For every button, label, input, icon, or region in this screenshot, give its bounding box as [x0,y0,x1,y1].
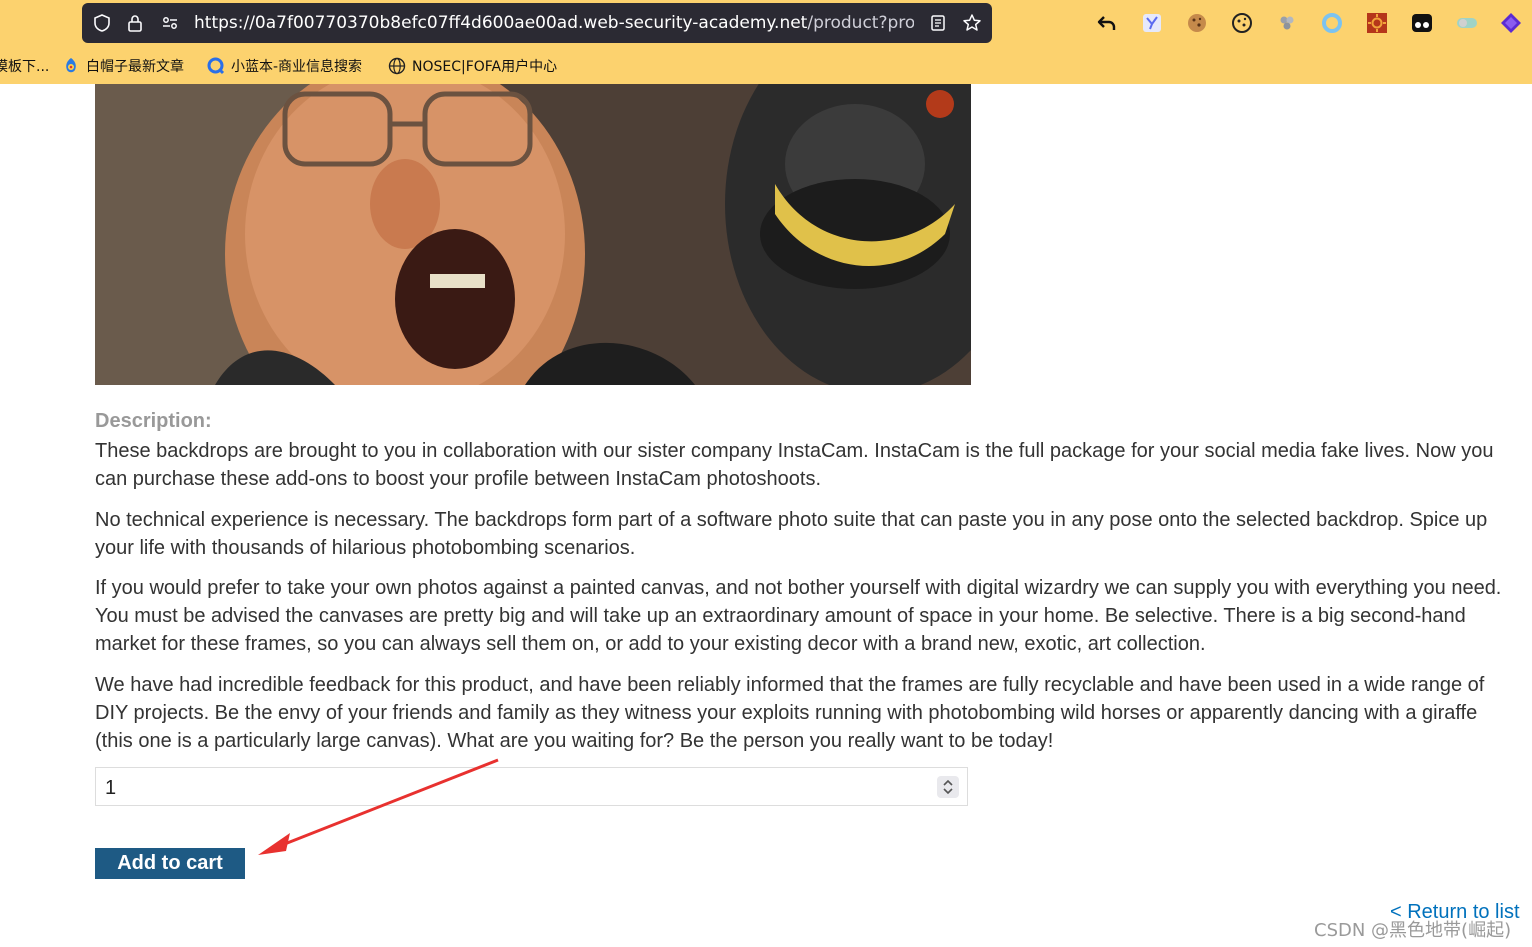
bookmark-label: 小蓝本-商业信息搜索 [231,59,363,75]
bookmark-label: 白帽子最新文章 [86,59,184,75]
bookmark-item[interactable]: NOSEC|FOFA用户中心 [388,56,557,76]
bookmark-item[interactable]: 小蓝本-商业信息搜索 [207,56,362,76]
lock-icon[interactable] [125,13,145,33]
toggle-extension-icon[interactable] [1456,12,1478,34]
description-paragraph: We have had incredible feedback for this… [95,674,1485,752]
address-bar[interactable]: https://0a7f00770370b8efc07ff4d600ae00ad… [82,3,992,43]
puzzle-extension-icon[interactable] [1276,12,1298,34]
bookmark-item[interactable]: 模板下... [0,56,49,76]
bookmark-item[interactable]: 白帽子最新文章 [62,56,184,76]
quantity-value: 1 [105,777,117,799]
quantity-stepper[interactable] [937,776,959,798]
browser-toolbar: https://0a7f00770370b8efc07ff4d600ae00ad… [0,0,1532,84]
cookie-editor-icon[interactable] [1186,12,1208,34]
cookie-icon[interactable] [1231,12,1253,34]
undo-icon[interactable] [1096,12,1118,34]
quantity-input[interactable]: 1 [95,767,968,806]
description-paragraph: No technical experience is necessary. Th… [95,509,1488,559]
burp-sun-icon[interactable] [1366,12,1388,34]
bookmarks-toolbar: 模板下... 白帽子最新文章 小蓝本-商业信息搜索 NOSEC|FOFA用户中心 [0,50,1532,80]
bookmark-label: 模板下... [0,59,50,75]
stepper-arrows-icon [943,779,953,795]
permissions-icon[interactable] [160,13,180,33]
product-image [95,84,971,385]
description-label: Description: [95,410,212,432]
ring-extension-icon[interactable] [1321,12,1343,34]
globe-icon [388,57,406,75]
annotation-arrow-icon [258,758,499,855]
url-path: /product?produc [807,13,914,33]
add-to-cart-button[interactable]: Add to cart [95,848,245,879]
url-text[interactable]: https://0a7f00770370b8efc07ff4d600ae00ad… [194,13,914,33]
bookmark-star-icon[interactable] [962,13,982,33]
extension-translate-icon[interactable] [1141,12,1163,34]
watermark: CSDN @黑色地带(崛起) [1314,920,1512,941]
shield-icon[interactable] [92,13,112,33]
bookmark-label: NOSEC|FOFA用户中心 [412,59,558,75]
search-q-icon [207,57,225,75]
spy-glasses-icon[interactable] [1411,12,1433,34]
product-image-art [95,84,971,385]
reader-view-icon[interactable] [928,13,948,33]
purple-cube-extension-icon[interactable] [1500,12,1522,34]
white-hat-icon [66,58,76,73]
description-paragraph: These backdrops are brought to you in co… [95,440,1494,490]
description-paragraph: If you would prefer to take your own pho… [95,577,1502,655]
url-host: https://0a7f00770370b8efc07ff4d600ae00ad… [194,13,808,33]
